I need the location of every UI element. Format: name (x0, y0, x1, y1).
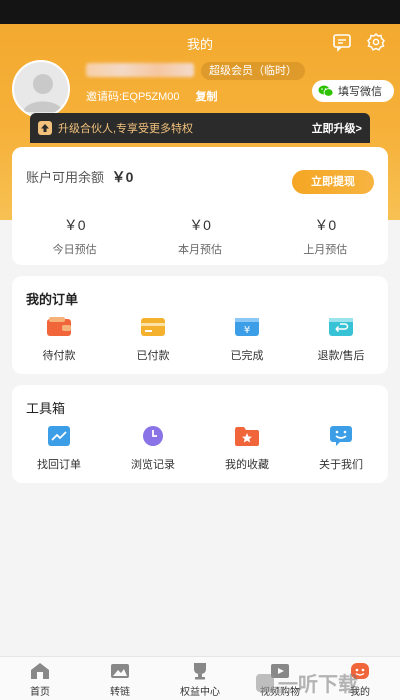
upgrade-now-link[interactable]: 立即升级> (312, 120, 362, 136)
order-label: 已付款 (136, 350, 170, 362)
stat-today: ￥0 今日预估 (12, 215, 137, 257)
member-level-badge: 超级会员（临时） (201, 62, 305, 80)
stat-label: 上月预估 (303, 244, 348, 256)
watermark-text: 一听下载 (278, 674, 358, 696)
svg-text:¥: ¥ (244, 325, 250, 336)
order-label: 待付款 (42, 350, 76, 362)
tool-retrieve-order[interactable]: 找回订单 (12, 425, 106, 472)
tool-my-favorites[interactable]: 我的收藏 (200, 425, 294, 472)
chart-monitor-icon (48, 426, 70, 446)
order-label: 退款/售后 (317, 350, 365, 362)
tab-convert-link[interactable]: 转链 (80, 657, 160, 700)
upgrade-arrow-icon (38, 121, 52, 135)
chat-smile-icon (330, 426, 352, 446)
tool-label: 关于我们 (319, 459, 363, 471)
tab-benefits-center[interactable]: 权益中心 (160, 657, 240, 700)
stat-last-month: ￥0 上月预估 (263, 215, 388, 257)
stat-this-month: ￥0 本月预估 (137, 215, 262, 257)
balance-label: 账户可用余额 (26, 170, 105, 185)
upgrade-text: 升级合伙人,专享受更多特权 (58, 123, 194, 135)
nickname-blurred (86, 63, 194, 77)
balance-label-row: 账户可用余额 ￥0 (26, 167, 133, 187)
copy-button[interactable]: 复制 (196, 88, 218, 104)
toolbox-card: 工具箱 找回订单 浏览记录 我的收藏 关于我们 (12, 385, 388, 483)
balance-card: 账户可用余额 ￥0 立即提现 ￥0 今日预估 ￥0 本月预估 ￥0 上月预估 (12, 147, 388, 265)
withdraw-button[interactable]: 立即提现 (292, 170, 374, 194)
star-folder-icon (235, 427, 259, 446)
top-bar: 我的 (0, 24, 400, 60)
stat-value: ￥0 (63, 217, 86, 233)
invite-code: 邀请码:EQP5ZM00 (86, 91, 180, 103)
wallet-icon (47, 317, 71, 336)
toolbox-title: 工具箱 (26, 401, 66, 416)
orders-title: 我的订单 (26, 292, 79, 307)
tool-browse-history[interactable]: 浏览记录 (106, 425, 200, 472)
tool-label: 浏览记录 (131, 459, 175, 471)
return-icon (329, 318, 353, 336)
order-paid[interactable]: 已付款 (106, 316, 200, 363)
order-label: 已完成 (230, 350, 264, 362)
tab-home[interactable]: 首页 (0, 657, 80, 700)
stat-label: 本月预估 (177, 244, 222, 256)
avatar[interactable] (12, 60, 70, 118)
invite-code-row: 邀请码:EQP5ZM00 复制 (86, 88, 218, 104)
tab-label: 权益中心 (180, 687, 220, 698)
orders-card: 我的订单 待付款 已付款 ¥ 已完成 退款/售后 (12, 276, 388, 374)
tool-label: 我的收藏 (225, 459, 269, 471)
order-completed[interactable]: ¥ 已完成 (200, 316, 294, 363)
upgrade-banner[interactable]: 升级合伙人,专享受更多特权 立即升级> (30, 113, 370, 143)
tab-label: 首页 (30, 687, 50, 698)
toolbox-row: 找回订单 浏览记录 我的收藏 关于我们 (12, 425, 388, 472)
home-icon (31, 663, 49, 679)
image-link-icon (111, 664, 129, 678)
card-icon (141, 318, 165, 336)
status-bar (0, 0, 400, 24)
stat-value: ￥0 (314, 217, 337, 233)
orders-row: 待付款 已付款 ¥ 已完成 退款/售后 (12, 316, 388, 363)
fill-wechat-button[interactable]: 填写微信 (312, 80, 394, 102)
tab-label: 转链 (110, 687, 130, 698)
yuan-box-icon: ¥ (235, 318, 259, 336)
watermark: 一听下载 (256, 668, 358, 697)
order-refund-aftersale[interactable]: 退款/售后 (294, 316, 388, 363)
balance-amount: ￥0 (111, 169, 134, 185)
earnings-stats: ￥0 今日预估 ￥0 本月预估 ￥0 上月预估 (12, 215, 388, 257)
clock-icon (143, 426, 163, 446)
tool-label: 找回订单 (37, 459, 81, 471)
order-pending-payment[interactable]: 待付款 (12, 316, 106, 363)
watermark-logo-icon (256, 673, 274, 692)
stat-label: 今日预估 (52, 244, 97, 256)
trophy-icon (194, 663, 206, 680)
wechat-icon (318, 85, 334, 97)
stat-value: ￥0 (189, 217, 211, 233)
tool-about-us[interactable]: 关于我们 (294, 425, 388, 472)
settings-icon[interactable] (366, 32, 386, 52)
message-icon[interactable] (332, 32, 352, 52)
wechat-button-label: 填写微信 (338, 86, 382, 98)
